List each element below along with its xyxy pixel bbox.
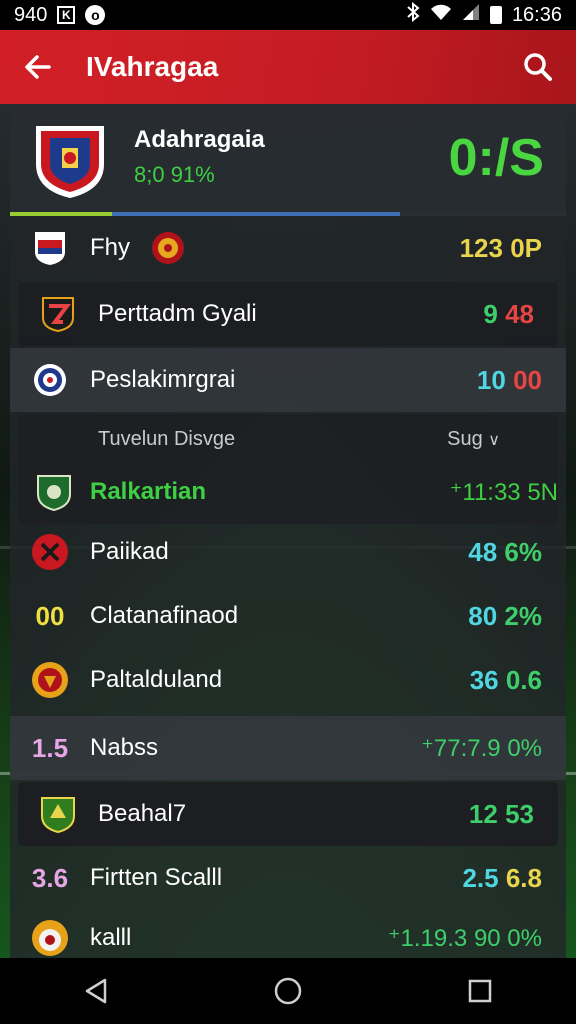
list-item[interactable]: Peslakimrgrai 10 00 [10,348,566,412]
list-item-value-a: 80 [468,600,498,631]
list-item-value-a: 10 [476,364,506,395]
bluetooth-icon [406,1,420,28]
club-badge-icon [32,920,68,956]
list-item[interactable]: 00 Clatanafinaod 80 2% [10,584,566,648]
nav-home-button[interactable] [258,961,318,1021]
list-item-label: Perttadm Gyali [98,300,257,327]
team-subtitle: 8;0 91% [134,162,215,187]
section-row[interactable]: Ralkartian ⁺11:33 5N [18,468,558,516]
club-crest-icon [41,797,75,834]
search-button[interactable] [518,47,558,87]
arrow-left-icon [25,55,51,79]
list-item-value-b: 53 [505,798,534,829]
list-item[interactable]: Fhy 123 0P [10,216,566,280]
list-item-label: Beahal7 [98,800,187,827]
list-item[interactable]: 1.5 Nabss ⁺77:7.9 0% [10,716,566,780]
status-bar: 940 K o 16:36 [0,0,576,30]
app-bar: IVahragaa [0,30,576,104]
back-button[interactable] [18,47,58,87]
list-item-value-b: 00 [513,364,542,395]
list-item-value-a: 9 [483,298,498,329]
notification-circle-icon: o [85,5,106,25]
list-item-label: Paiikad [90,538,169,565]
list-item-value-b: 0.6 [505,664,542,695]
nav-recents-button[interactable] [450,961,510,1021]
team-crest-icon [36,126,104,198]
list-item-value-b: 2% [504,600,542,631]
rank-badge: 00 [35,600,65,631]
system-nav-bar [0,958,576,1024]
flag-crest-icon [35,232,65,265]
list-item[interactable]: Beahal7 12 53 [18,782,558,846]
recents-square-icon [468,979,492,1003]
club-crest-icon [42,297,74,332]
team-name: Adahragaia [134,126,265,153]
list-item-value-a: 48 [468,536,498,567]
club-badge-icon [32,662,68,698]
list-item[interactable]: Paltalduland 36 0.6 [10,648,566,712]
list-item-value: ⁺77:7.9 0% [421,734,542,762]
list-item-label: kalll [90,924,132,951]
list-item[interactable]: Perttadm Gyali 9 48 [18,282,558,346]
section-row-label: Ralkartian [90,478,207,505]
list-item-value: ⁺1.19.3 90 0% [387,924,542,952]
rank-badge: 3.6 [31,862,69,893]
battery-icon [489,6,502,24]
standings-list: Fhy 123 0P Perttadm Gyali 9 48 Peslakimr… [10,216,566,964]
signal-icon [462,3,480,27]
status-time: 16:36 [511,3,562,26]
list-item-value-b: 6.8 [505,862,542,893]
section-row-value: ⁺11:33 5N [449,478,558,506]
notification-box-icon: K [57,6,76,24]
list-item-value: 123 0P [459,232,542,263]
section-heading-right: Sug ∨ [447,428,500,450]
list-item-value-a: 12 [468,798,498,829]
highlight-section[interactable]: Tuvelun Disvge Sug ∨ Ralkartian ⁺11:33 5… [18,414,558,524]
list-item-label: Paltalduland [90,666,223,693]
rank-badge: 1.5 [31,732,69,763]
status-left-text: 940 [14,3,48,26]
list-item-value-b: 6% [504,536,542,567]
club-badge-icon [34,364,66,396]
club-badge-icon [152,232,185,264]
list-item[interactable]: Paiikad 48 6% [10,520,566,584]
team-header-card[interactable]: Adahragaia 8;0 91% 0:/S [10,104,566,216]
chevron-down-icon: ∨ [488,432,500,449]
shield-crest-icon [37,475,71,512]
list-item-label: Firtten Scalll [90,864,223,891]
list-item-label: Nabss [90,734,159,761]
back-triangle-icon [85,978,107,1004]
search-icon [524,53,552,81]
wifi-icon [430,3,452,27]
app-title: IVahragaa [86,51,219,82]
list-item-value-a: 2.5 [462,862,499,893]
list-item-label: Peslakimrgrai [90,366,236,393]
list-item-label: Clatanafinaod [90,602,239,629]
home-circle-icon [274,977,302,1005]
nav-back-button[interactable] [66,961,126,1021]
list-item-value-b: 48 [505,298,534,329]
section-heading-left: Tuvelun Disvge [98,428,236,450]
list-item-label: Fhy [90,234,131,261]
list-item-value-a: 36 [469,664,499,695]
club-badge-icon [32,534,68,570]
list-item[interactable]: 3.6 Firtten Scalll 2.5 6.8 [10,846,566,910]
team-score: 0:/S [448,129,544,187]
